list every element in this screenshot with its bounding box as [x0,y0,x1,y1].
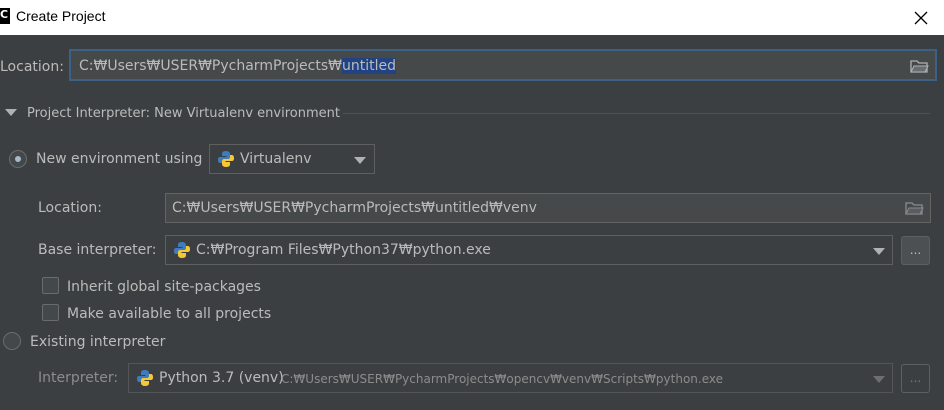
project-location-prefix: C:₩Users₩USER₩PycharmProjects₩ [79,58,342,74]
base-interpreter-value: C:₩Program Files₩Python37₩python.exe [196,242,491,258]
folder-icon[interactable] [905,200,924,216]
python-icon [137,370,153,386]
section-divider [343,113,930,114]
environment-tool-value: Virtualenv [240,151,312,167]
inherit-site-packages-checkbox[interactable] [42,277,59,294]
venv-location-value: C:₩Users₩USER₩PycharmProjects₩untitled₩v… [172,200,537,216]
app-icon-letter: C [0,8,9,21]
environment-tool-dropdown[interactable]: Virtualenv [209,144,375,174]
existing-interpreter-radio[interactable] [3,332,21,350]
chevron-down-icon [354,157,366,164]
make-available-label[interactable]: Make available to all projects [67,306,271,322]
existing-interpreter-browse-button[interactable]: ... [901,364,930,393]
title-bar: C Create Project [0,0,944,35]
new-environment-radio[interactable] [9,150,27,168]
project-location-label: Location: [0,59,64,75]
existing-interpreter-name: Python 3.7 (venv) [159,370,284,386]
interpreter-section-header[interactable]: Project Interpreter: New Virtualenv envi… [27,106,340,121]
new-environment-label[interactable]: New environment using [36,151,202,167]
inherit-site-packages-label[interactable]: Inherit global site-packages [67,279,261,295]
venv-location-label: Location: [38,200,102,216]
make-available-checkbox[interactable] [42,304,59,321]
chevron-down-icon [873,376,885,383]
collapse-arrow-icon[interactable] [5,108,17,118]
base-interpreter-browse-button[interactable]: ... [901,236,930,265]
existing-interpreter-label[interactable]: Existing interpreter [30,334,165,350]
interpreter-label: Interpreter: [38,370,119,386]
chevron-down-icon [873,248,885,255]
existing-interpreter-path: C:₩Users₩USER₩PycharmProjects₩opencv₩ven… [281,372,723,386]
close-icon [914,11,928,24]
base-interpreter-label: Base interpreter: [38,242,157,258]
project-location-selected-text: untitled [342,58,397,74]
project-location-input[interactable]: C:₩Users₩USER₩PycharmProjects₩untitled [69,49,937,81]
base-interpreter-dropdown[interactable]: C:₩Program Files₩Python37₩python.exe [165,235,893,265]
radio-selected-dot [15,156,21,162]
python-icon [218,151,234,167]
python-icon [174,242,190,258]
venv-location-input[interactable]: C:₩Users₩USER₩PycharmProjects₩untitled₩v… [165,193,931,223]
folder-icon[interactable] [910,58,929,74]
existing-interpreter-dropdown[interactable]: Python 3.7 (venv) C:₩Users₩USER₩PycharmP… [128,363,893,393]
window-title: Create Project [16,8,106,24]
close-button[interactable] [898,0,944,35]
pycharm-icon: C [0,8,10,24]
